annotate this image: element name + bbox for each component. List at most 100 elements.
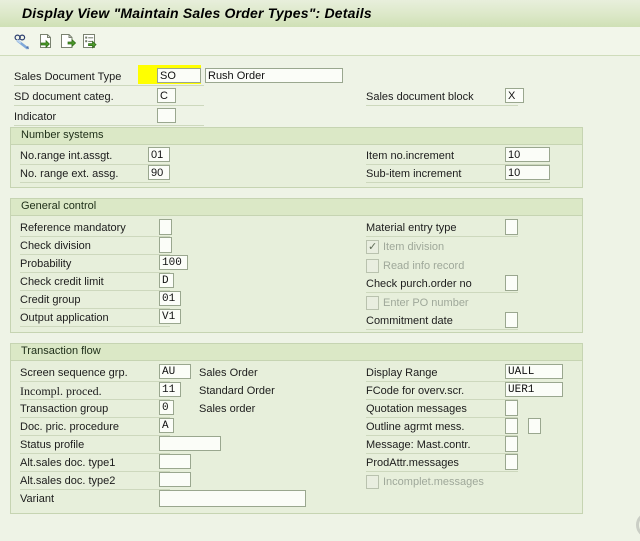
material-entry-type-input[interactable] [505, 219, 518, 235]
number-systems-header: Number systems [11, 128, 582, 145]
commitment-date-input[interactable] [505, 312, 518, 328]
item-no-increment-input[interactable] [505, 147, 550, 162]
sub-item-increment-label: Sub-item increment [366, 168, 462, 180]
status-profile-input[interactable] [159, 436, 221, 451]
display-change-icon[interactable] [12, 31, 32, 51]
incompl-proced-description: Standard Order [199, 385, 275, 397]
divider [366, 182, 550, 183]
divider [366, 453, 518, 454]
outline-agrmt-mess-label: Outline agrmt mess. [366, 421, 465, 433]
check-division-input[interactable] [159, 237, 172, 253]
divider [20, 417, 170, 418]
prodattr-messages-label: ProdAttr.messages [366, 457, 459, 469]
sales-document-type-label: Sales Document Type [14, 71, 122, 83]
sales-document-block-input[interactable] [505, 88, 524, 103]
status-profile-label: Status profile [20, 439, 85, 451]
item-division-checkbox[interactable]: ✓ [366, 240, 379, 254]
details-icon[interactable] [80, 31, 100, 51]
transaction-group-description: Sales order [199, 403, 256, 415]
screen-sequence-grp-input[interactable] [159, 364, 191, 379]
quotation-messages-input[interactable] [505, 400, 518, 416]
transaction-group-input[interactable] [159, 400, 174, 415]
sales-document-type-input[interactable] [157, 68, 201, 83]
divider [20, 290, 170, 291]
check-purch-order-no-input[interactable] [505, 275, 518, 291]
divider [366, 435, 518, 436]
divider [14, 125, 204, 126]
incomplet-messages-checkbox[interactable] [366, 475, 379, 489]
sap-screen: Display View "Maintain Sales Order Types… [0, 0, 640, 538]
new-entries-icon[interactable] [58, 31, 78, 51]
copy-as-icon[interactable] [36, 31, 56, 51]
quotation-messages-label: Quotation messages [366, 403, 467, 415]
divider [366, 292, 518, 293]
variant-input[interactable] [159, 490, 306, 507]
incomplet-messages-label: Incomplet.messages [383, 476, 484, 488]
read-info-record-checkbox[interactable] [366, 259, 379, 273]
alt-sales-doc-type1-input[interactable] [159, 454, 191, 469]
no-range-ext-assg-input[interactable] [148, 165, 170, 180]
transaction-group-label: Transaction group [20, 403, 109, 415]
screen-sequence-grp-label: Screen sequence grp. [20, 367, 128, 379]
incompl-proced-label: Incompl. proced. [20, 384, 102, 398]
sd-document-categ-label: SD document categ. [14, 91, 114, 103]
item-no-increment-label: Item no.increment [366, 150, 455, 162]
divider [366, 236, 518, 237]
watermark-logo-icon [636, 512, 640, 538]
divider [20, 182, 170, 183]
incompl-proced-input[interactable] [159, 382, 181, 397]
variant-label: Variant [20, 493, 55, 505]
enter-po-number-checkbox[interactable] [366, 296, 379, 310]
outline-agrmt-mess-input-1[interactable] [505, 418, 518, 434]
doc-pric-procedure-input[interactable] [159, 418, 174, 433]
divider [366, 417, 518, 418]
check-mark-icon: ✓ [368, 241, 378, 253]
no-range-int-assgt-input[interactable] [148, 147, 170, 162]
check-purch-order-no-label: Check purch.order no [366, 278, 472, 290]
sub-item-increment-input[interactable] [505, 165, 550, 180]
outline-agrmt-mess-input-2[interactable] [528, 418, 541, 434]
alt-sales-doc-type1-label: Alt.sales doc. type1 [20, 457, 116, 469]
fcode-for-overv-scr-label: FCode for overv.scr. [366, 385, 465, 397]
alt-sales-doc-type2-label: Alt.sales doc. type2 [20, 475, 116, 487]
divider [20, 453, 170, 454]
fcode-for-overv-scr-input[interactable] [505, 382, 563, 397]
divider [366, 329, 518, 330]
display-range-input[interactable] [505, 364, 563, 379]
display-range-label: Display Range [366, 367, 438, 379]
divider [366, 105, 518, 106]
divider [20, 254, 170, 255]
divider [20, 272, 170, 273]
number-systems-title: Number systems [21, 129, 104, 141]
reference-mandatory-input[interactable] [159, 219, 172, 235]
no-range-int-assgt-label: No.range int.assgt. [20, 150, 113, 162]
divider [14, 105, 204, 106]
divider [366, 471, 518, 472]
output-application-input[interactable] [159, 309, 181, 324]
probability-input[interactable] [159, 255, 188, 270]
application-toolbar [0, 27, 640, 56]
screen-sequence-grp-description: Sales Order [199, 367, 258, 379]
check-credit-limit-label: Check credit limit [20, 276, 104, 288]
credit-group-input[interactable] [159, 291, 181, 306]
page-title: Display View "Maintain Sales Order Types… [22, 5, 372, 21]
indicator-input[interactable] [157, 108, 176, 123]
read-info-record-label: Read info record [383, 260, 465, 272]
material-entry-type-label: Material entry type [366, 222, 457, 234]
no-range-ext-assg-label: No. range ext. assg. [20, 168, 119, 180]
alt-sales-doc-type2-input[interactable] [159, 472, 191, 487]
prodattr-messages-input[interactable] [505, 454, 518, 470]
sales-document-type-description-input[interactable] [205, 68, 343, 83]
message-mast-contr-input[interactable] [505, 436, 518, 452]
check-credit-limit-input[interactable] [159, 273, 174, 288]
transaction-flow-title: Transaction flow [21, 345, 101, 357]
divider [20, 471, 170, 472]
transaction-flow-header: Transaction flow [11, 344, 582, 361]
divider [20, 326, 170, 327]
general-control-header: General control [11, 199, 582, 216]
sd-document-categ-input[interactable] [157, 88, 176, 103]
check-division-label: Check division [20, 240, 91, 252]
credit-group-label: Credit group [20, 294, 81, 306]
doc-pric-procedure-label: Doc. pric. procedure [20, 421, 120, 433]
reference-mandatory-label: Reference mandatory [20, 222, 126, 234]
